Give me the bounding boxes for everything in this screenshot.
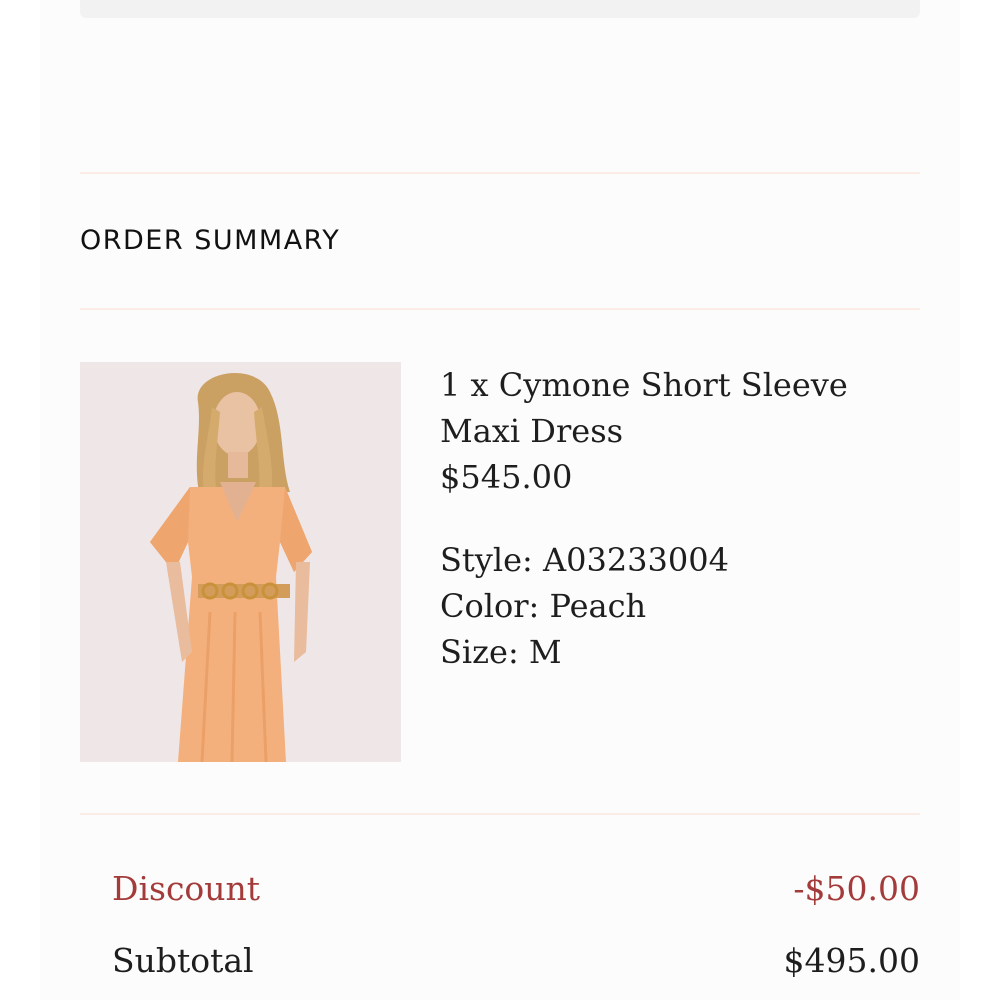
checkout-page: ORDER SUMMARY 1 x Cymone Short Sleeve Ma… [0,0,1000,1000]
divider [80,308,920,310]
divider [80,172,920,174]
order-summary-title: ORDER SUMMARY [80,225,341,256]
discount-label: Discount [112,869,261,908]
discount-value: -$50.00 [793,869,920,908]
product-image [80,362,401,762]
product-details: 1 x Cymone Short Sleeve Maxi Dress $545.… [440,362,910,675]
divider [80,813,920,815]
subtotal-row: Subtotal $495.00 [112,938,920,984]
product-color: Color: Peach [440,587,647,625]
product-size: Size: M [440,633,562,671]
top-bar [80,0,920,18]
subtotal-label: Subtotal [112,941,254,980]
product-title-line-2: Maxi Dress [440,412,624,450]
product-title-line-1: 1 x Cymone Short Sleeve [440,366,848,404]
subtotal-value: $495.00 [783,941,920,980]
product-style: Style: A03233004 [440,541,729,579]
discount-row: Discount -$50.00 [112,866,920,912]
product-price: $545.00 [440,458,573,496]
product-photo-icon [80,362,401,762]
